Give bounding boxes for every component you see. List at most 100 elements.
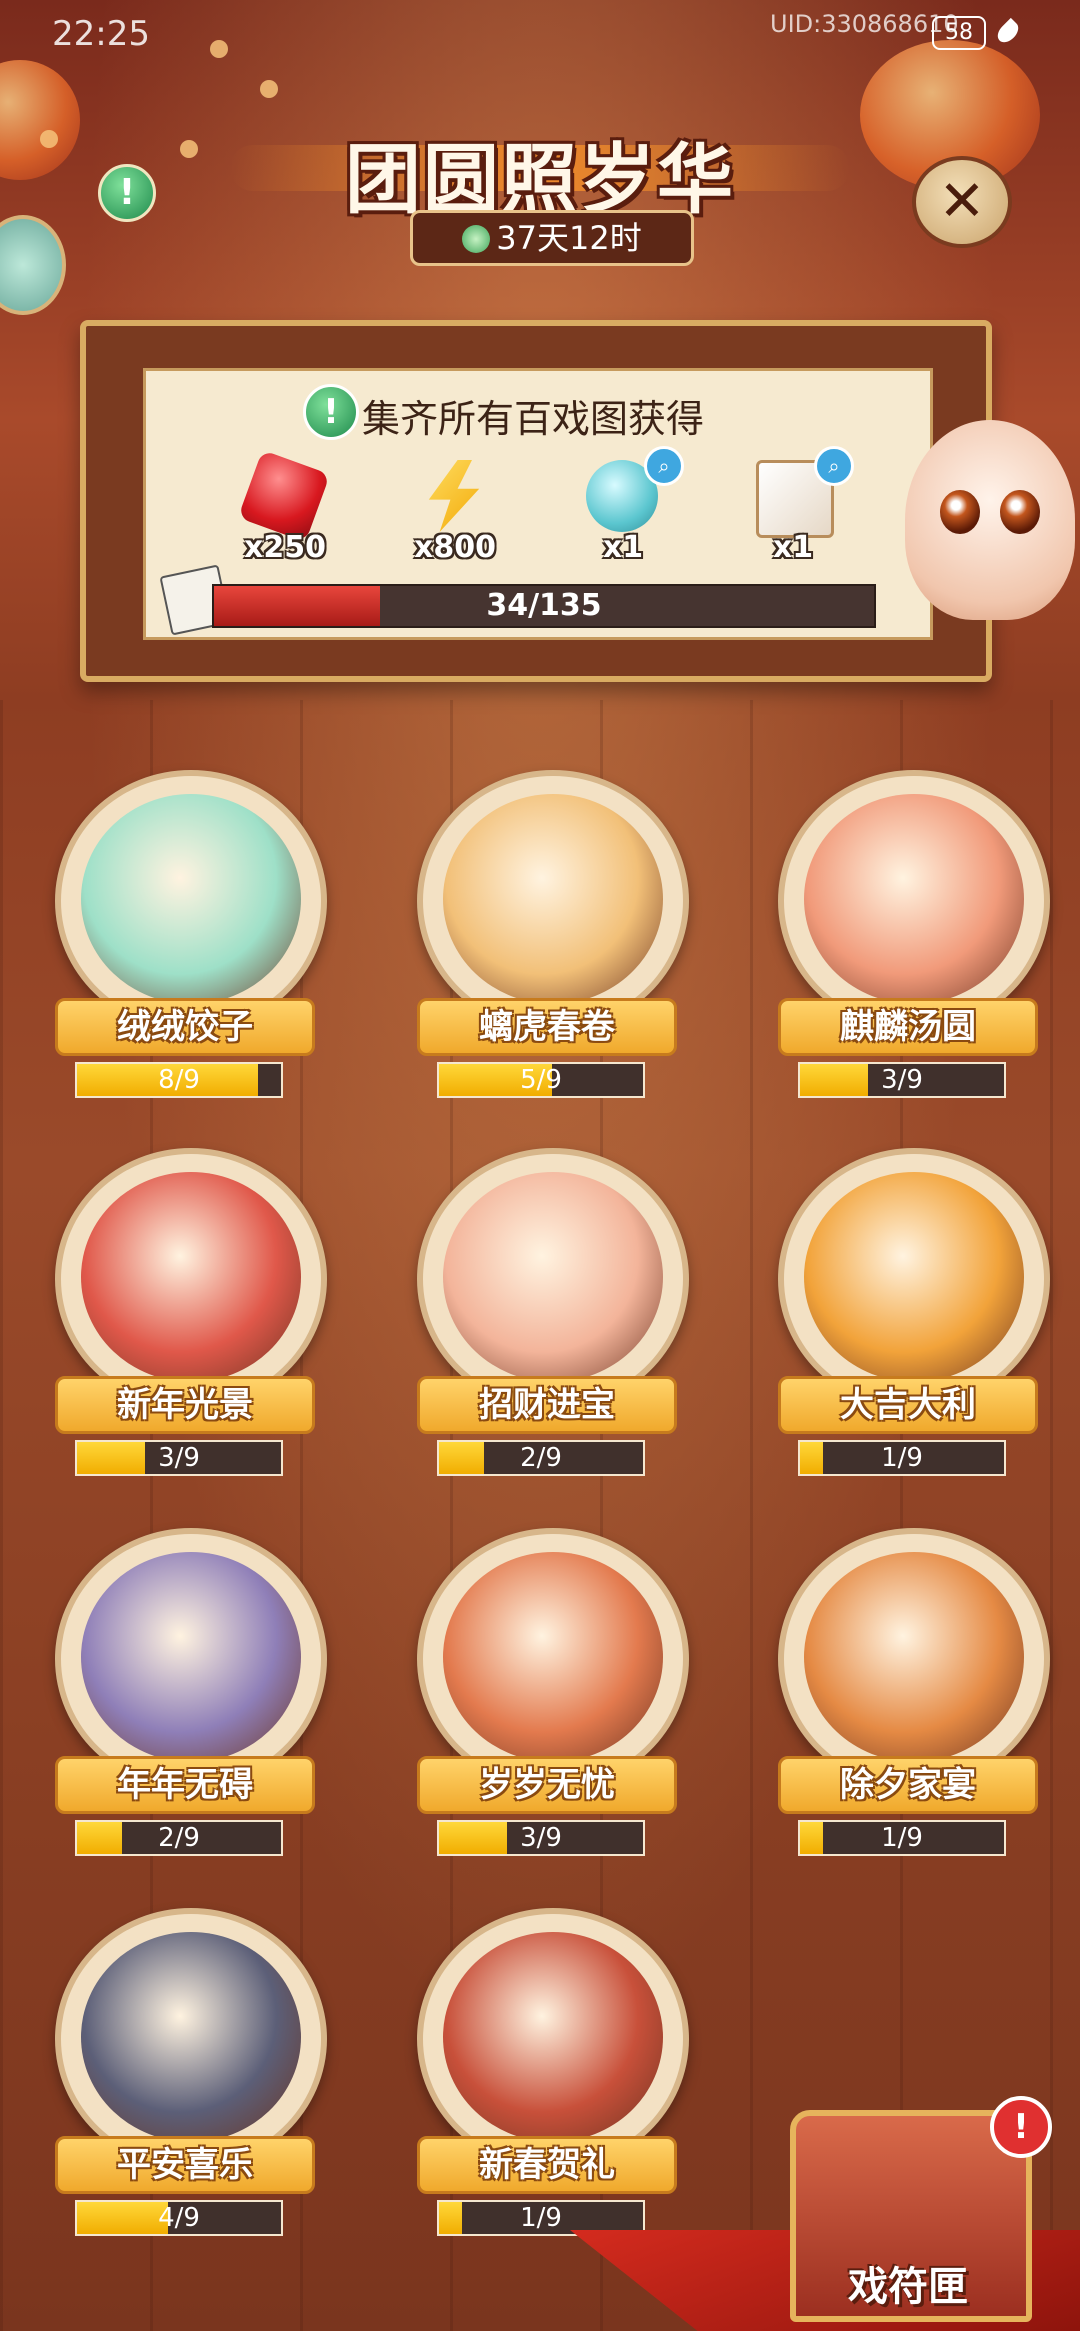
collection-tile[interactable]: 螭虎春卷 5/9 xyxy=(417,770,689,1110)
collection-artwork xyxy=(81,1932,301,2142)
collection-artwork xyxy=(443,1172,663,1382)
progress-text: 34/135 xyxy=(486,588,602,623)
collection-progress: 3/9 xyxy=(798,1062,1006,1098)
status-time: 22:25 xyxy=(52,14,150,54)
side-avatar-button[interactable] xyxy=(0,215,66,315)
user-id: UID:330868610 xyxy=(770,10,959,38)
collection-medallion[interactable] xyxy=(55,770,327,1032)
collection-tile[interactable]: 新春贺礼 1/9 xyxy=(417,1908,689,2248)
collection-tile[interactable]: 除夕家宴 1/9 xyxy=(778,1528,1050,1868)
collection-medallion[interactable] xyxy=(417,1908,689,2170)
collection-name: 螭虎春卷 xyxy=(417,998,677,1056)
alert-badge: ! xyxy=(990,2096,1052,2158)
collection-artwork xyxy=(804,794,1024,1004)
collection-progress: 4/9 xyxy=(75,2200,283,2236)
collection-artwork xyxy=(443,794,663,1004)
lantern-decoration xyxy=(0,60,80,180)
blossom-decoration xyxy=(260,80,278,98)
collection-progress: 8/9 xyxy=(75,1062,283,1098)
reward-portrait[interactable]: ⌕ x1 xyxy=(738,446,854,580)
blossom-decoration xyxy=(40,130,58,148)
reward-count: x1 xyxy=(772,530,814,565)
collection-name: 大吉大利 xyxy=(778,1376,1038,1434)
collection-artwork xyxy=(443,1932,663,2142)
collection-name: 绒绒饺子 xyxy=(55,998,315,1056)
collection-progress-text: 1/9 xyxy=(520,2203,562,2233)
blossom-decoration xyxy=(180,140,198,158)
close-button[interactable]: ✕ xyxy=(912,156,1012,248)
reward-count: x1 xyxy=(602,530,644,565)
collection-name: 新年光景 xyxy=(55,1376,315,1434)
collection-medallion[interactable] xyxy=(778,770,1050,1032)
collection-medallion[interactable] xyxy=(55,1528,327,1790)
collection-name: 平安喜乐 xyxy=(55,2136,315,2194)
lightning-bolt-icon xyxy=(428,460,480,532)
collection-progress-text: 2/9 xyxy=(158,1823,200,1853)
reward-spirit[interactable]: ⌕ x1 xyxy=(568,446,684,580)
collection-progress-bar: 34/135 xyxy=(212,584,876,628)
collection-progress: 1/9 xyxy=(798,1820,1006,1856)
collection-progress-text: 1/9 xyxy=(881,1823,923,1853)
info-icon[interactable]: ! xyxy=(303,384,359,440)
clock-icon xyxy=(462,225,491,253)
collection-name: 除夕家宴 xyxy=(778,1756,1038,1814)
collection-progress-text: 4/9 xyxy=(158,2203,200,2233)
collection-name: 招财进宝 xyxy=(417,1376,677,1434)
collection-progress-text: 2/9 xyxy=(520,1443,562,1473)
collection-medallion[interactable] xyxy=(55,1908,327,2170)
info-button[interactable]: ! xyxy=(98,164,156,222)
collection-tile[interactable]: 年年无碍 2/9 xyxy=(55,1528,327,1868)
collection-medallion[interactable] xyxy=(417,1148,689,1410)
collection-tile[interactable]: 新年光景 3/9 xyxy=(55,1148,327,1488)
collection-name: 新春贺礼 xyxy=(417,2136,677,2194)
collection-tile[interactable]: 绒绒饺子 8/9 xyxy=(55,770,327,1110)
collection-progress-text: 3/9 xyxy=(881,1065,923,1095)
reward-gem: x250 xyxy=(230,449,340,580)
collection-artwork xyxy=(804,1172,1024,1382)
collection-name: 麒麟汤圆 xyxy=(778,998,1038,1056)
mascot-cat xyxy=(905,420,1075,620)
reward-energy: x800 xyxy=(400,460,510,580)
mascot-eye xyxy=(1000,490,1040,534)
collection-progress: 2/9 xyxy=(75,1820,283,1856)
red-gem-icon xyxy=(237,449,331,543)
collection-name: 年年无碍 xyxy=(55,1756,315,1814)
collection-progress: 3/9 xyxy=(437,1820,645,1856)
collection-progress: 5/9 xyxy=(437,1062,645,1098)
collection-medallion[interactable] xyxy=(778,1528,1050,1790)
magnifier-icon[interactable]: ⌕ xyxy=(814,446,854,486)
collection-progress-text: 3/9 xyxy=(158,1443,200,1473)
collection-medallion[interactable] xyxy=(55,1148,327,1410)
collection-artwork xyxy=(443,1552,663,1762)
collection-tile[interactable]: 平安喜乐 4/9 xyxy=(55,1908,327,2248)
reward-count: x250 xyxy=(244,530,326,565)
collection-medallion[interactable] xyxy=(417,1528,689,1790)
reward-heading: 集齐所有百戏图获得 xyxy=(362,397,705,441)
collection-progress: 2/9 xyxy=(437,1440,645,1476)
collection-progress: 3/9 xyxy=(75,1440,283,1476)
collection-tile[interactable]: 岁岁无忧 3/9 xyxy=(417,1528,689,1868)
battery-indicator: 58 xyxy=(932,16,986,50)
collection-progress-text: 1/9 xyxy=(881,1443,923,1473)
magnifier-icon[interactable]: ⌕ xyxy=(644,446,684,486)
leaf-icon xyxy=(993,17,1023,47)
collection-artwork xyxy=(81,794,301,1004)
collection-tile[interactable]: 大吉大利 1/9 xyxy=(778,1148,1050,1488)
timer-text: 37天12时 xyxy=(496,219,642,257)
collection-name: 岁岁无忧 xyxy=(417,1756,677,1814)
collection-artwork xyxy=(81,1552,301,1762)
reward-count: x800 xyxy=(414,530,496,565)
collection-artwork xyxy=(804,1552,1024,1762)
collection-progress: 1/9 xyxy=(798,1440,1006,1476)
collection-tile[interactable]: 麒麟汤圆 3/9 xyxy=(778,770,1050,1110)
event-timer: 37天12时 xyxy=(410,210,694,266)
collection-progress-text: 5/9 xyxy=(520,1065,562,1095)
blossom-decoration xyxy=(210,40,228,58)
collection-tile[interactable]: 招财进宝 2/9 xyxy=(417,1148,689,1488)
collection-artwork xyxy=(81,1172,301,1382)
collection-medallion[interactable] xyxy=(778,1148,1050,1410)
collection-medallion[interactable] xyxy=(417,770,689,1032)
chest-label: 戏符匣 xyxy=(848,2264,968,2310)
collection-progress-text: 3/9 xyxy=(520,1823,562,1853)
mascot-eye xyxy=(940,490,980,534)
